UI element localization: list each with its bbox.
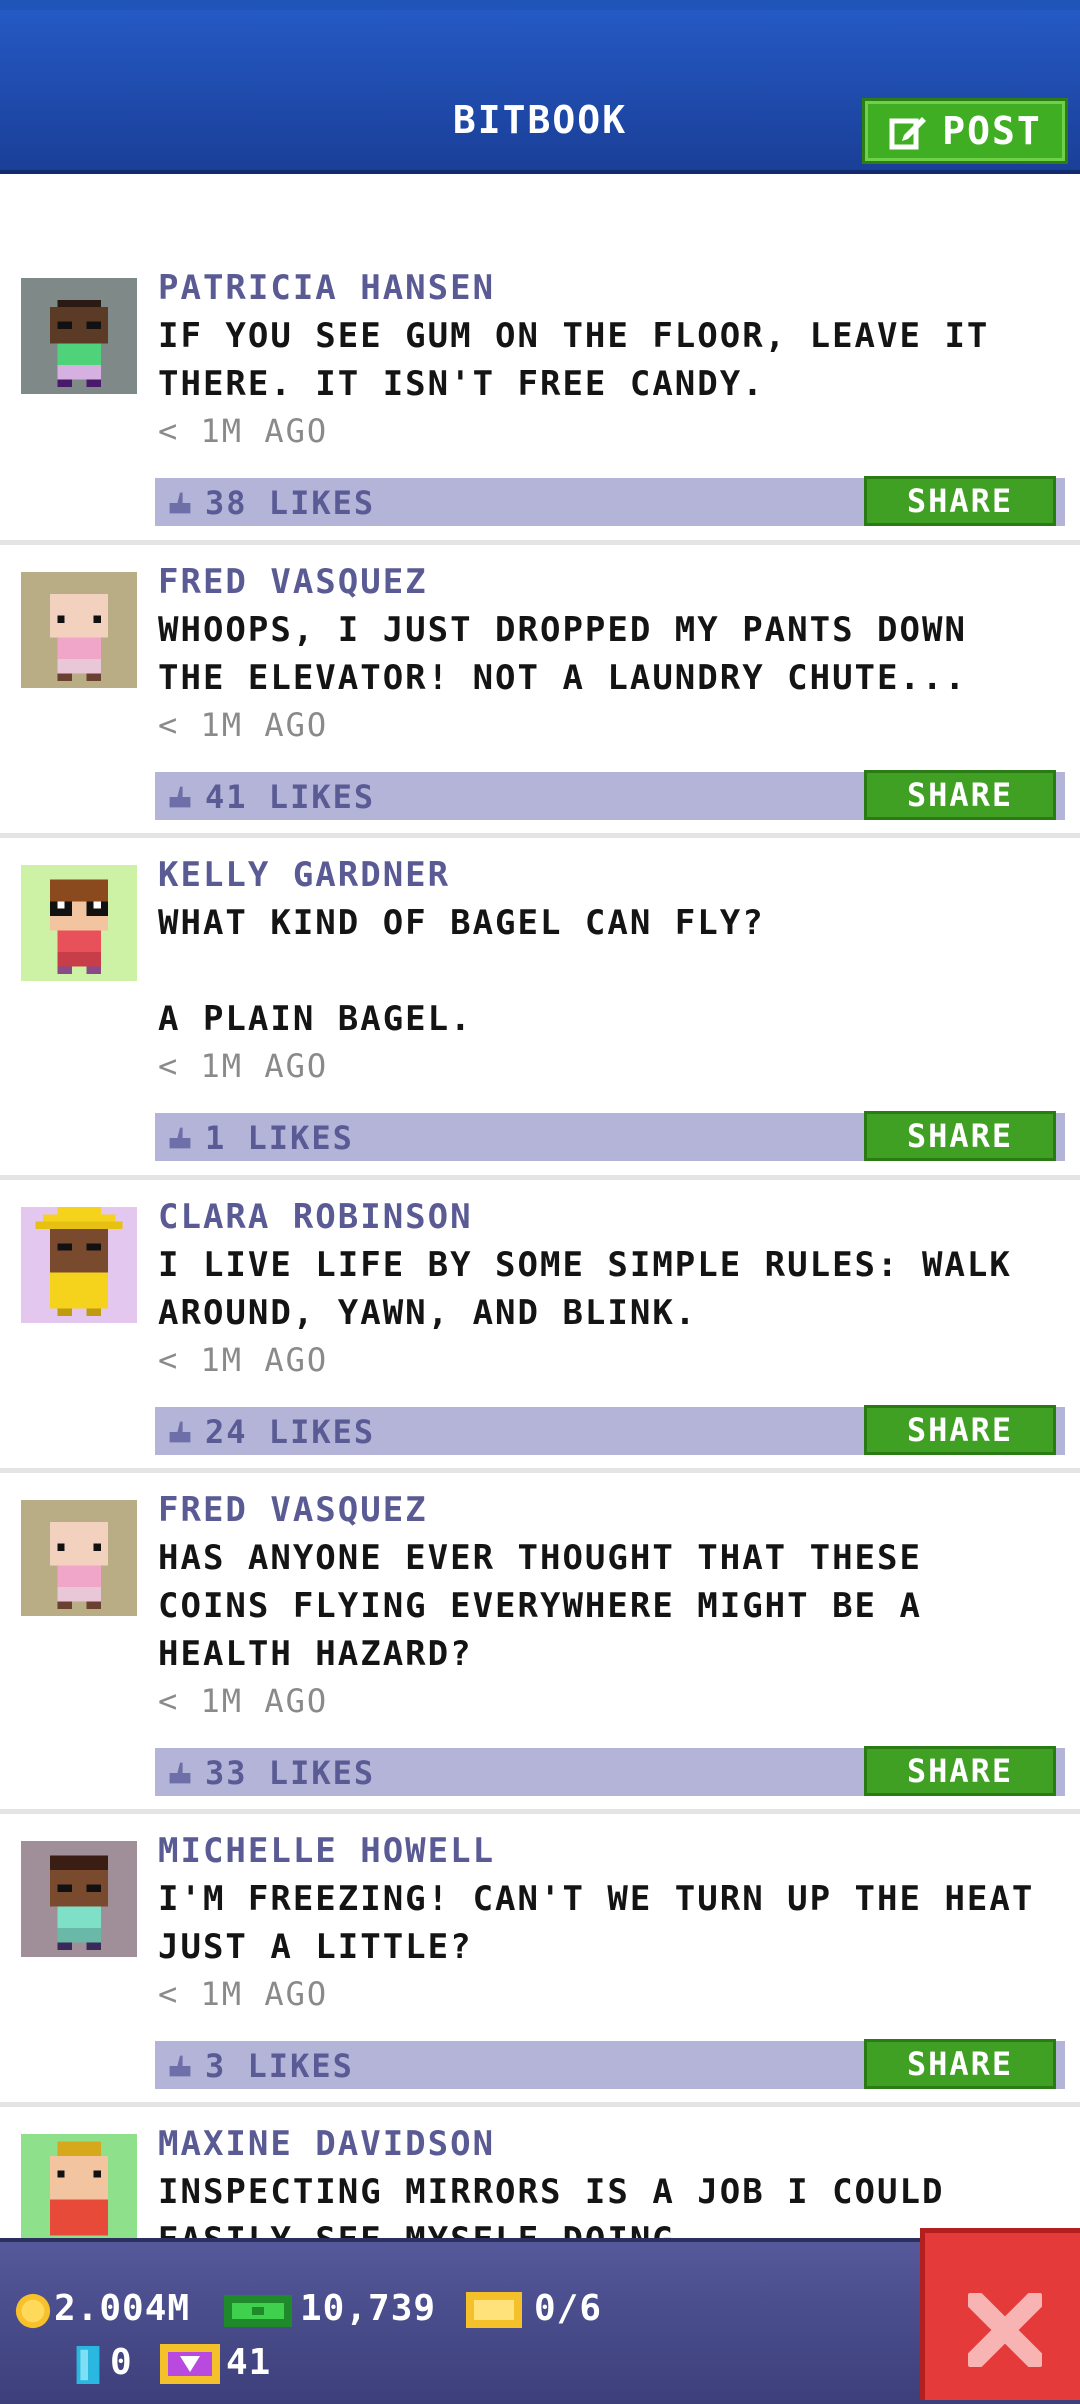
avatar[interactable] xyxy=(21,865,137,981)
likes-count: 1 LIKES xyxy=(205,1119,354,1157)
thumbs-up-icon xyxy=(169,492,191,514)
coins-count: 2.004M xyxy=(54,2288,191,2329)
likes-bar[interactable]: 33 LIKES SHARE xyxy=(155,1746,1065,1796)
likes-count: 24 LIKES xyxy=(205,1413,376,1451)
vip-icon xyxy=(160,2344,220,2384)
post-author[interactable]: FRED VASQUEZ xyxy=(158,562,428,602)
post-time: < 1M AGO xyxy=(158,1047,329,1085)
feed-post: KELLY GARDNER WHAT KIND OF BAGEL CAN FLY… xyxy=(0,838,1080,1180)
thumbs-up-icon xyxy=(169,2055,191,2077)
post-time: < 1M AGO xyxy=(158,412,329,450)
bux-count: 10,739 xyxy=(300,2288,437,2329)
feed-post: FRED VASQUEZ WHOOPS, I JUST DROPPED MY P… xyxy=(0,545,1080,838)
feed-post: FRED VASQUEZ HAS ANYONE EVER THOUGHT THA… xyxy=(0,1473,1080,1814)
share-button[interactable]: SHARE xyxy=(864,1111,1056,1161)
close-button[interactable] xyxy=(920,2228,1080,2400)
post-button-label: POST xyxy=(942,109,1042,153)
share-button[interactable]: SHARE xyxy=(864,1405,1056,1455)
post-time: < 1M AGO xyxy=(158,706,329,744)
avatar[interactable] xyxy=(21,572,137,688)
thumbs-up-icon xyxy=(169,786,191,808)
post-author[interactable]: MICHELLE HOWELL xyxy=(158,1831,495,1871)
post-button[interactable]: POST xyxy=(862,98,1068,164)
feed-post: PATRICIA HANSEN IF YOU SEE GUM ON THE FL… xyxy=(0,170,1080,545)
app-header: BITBOOK POST xyxy=(0,10,1080,174)
thumbs-up-icon xyxy=(169,1127,191,1149)
edit-icon xyxy=(889,117,927,150)
resource-bar: 2.004M 10,739 0/6 0 41 xyxy=(0,2238,1080,2404)
likes-bar[interactable]: 38 LIKES SHARE xyxy=(155,476,1065,526)
post-author[interactable]: CLARA ROBINSON xyxy=(158,1197,473,1237)
post-text: HAS ANYONE EVER THOUGHT THAT THESE COINS… xyxy=(158,1538,922,1674)
feed-post: CLARA ROBINSON I LIVE LIFE BY SOME SIMPL… xyxy=(0,1180,1080,1473)
post-text: WHAT KIND OF BAGEL CAN FLY? A PLAIN BAGE… xyxy=(158,903,765,1039)
post-text: I'M FREEZING! CAN'T WE TURN UP THE HEAT … xyxy=(158,1879,1035,1967)
feed[interactable]: PATRICIA HANSEN IF YOU SEE GUM ON THE FL… xyxy=(0,170,1080,2238)
post-author[interactable]: KELLY GARDNER xyxy=(158,855,450,895)
post-author[interactable]: MAXINE DAVIDSON xyxy=(158,2124,495,2164)
tickets-count: 0/6 xyxy=(534,2288,603,2329)
likes-bar[interactable]: 41 LIKES SHARE xyxy=(155,770,1065,820)
close-icon xyxy=(968,2293,1042,2367)
thumbs-up-icon xyxy=(169,1762,191,1784)
post-text: IF YOU SEE GUM ON THE FLOOR, LEAVE IT TH… xyxy=(158,316,990,404)
avatar[interactable] xyxy=(21,278,137,394)
likes-count: 41 LIKES xyxy=(205,778,376,816)
bux-icon xyxy=(224,2295,292,2327)
status-bar xyxy=(0,0,1080,10)
post-time: < 1M AGO xyxy=(158,1682,329,1720)
feed-post: MICHELLE HOWELL I'M FREEZING! CAN'T WE T… xyxy=(0,1814,1080,2107)
avatar[interactable] xyxy=(21,1207,137,1323)
share-button[interactable]: SHARE xyxy=(864,476,1056,526)
vip-count: 41 xyxy=(226,2342,272,2383)
likes-bar[interactable]: 24 LIKES SHARE xyxy=(155,1405,1065,1455)
likes-count: 33 LIKES xyxy=(205,1754,376,1792)
post-time: < 1M AGO xyxy=(158,1975,329,2013)
avatar[interactable] xyxy=(21,2134,137,2238)
coin-icon xyxy=(15,2293,51,2329)
share-button[interactable]: SHARE xyxy=(864,770,1056,820)
post-author[interactable]: PATRICIA HANSEN xyxy=(158,268,495,308)
likes-bar[interactable]: 3 LIKES SHARE xyxy=(155,2039,1065,2089)
share-button[interactable]: SHARE xyxy=(864,2039,1056,2089)
share-button[interactable]: SHARE xyxy=(864,1746,1056,1796)
likes-count: 3 LIKES xyxy=(205,2047,354,2085)
post-text: WHOOPS, I JUST DROPPED MY PANTS DOWN THE… xyxy=(158,610,967,698)
ticket-icon xyxy=(466,2292,522,2328)
avatar[interactable] xyxy=(21,1500,137,1616)
avatar[interactable] xyxy=(21,1841,137,1957)
likes-bar[interactable]: 1 LIKES SHARE xyxy=(155,1111,1065,1161)
post-author[interactable]: FRED VASQUEZ xyxy=(158,1490,428,1530)
post-time: < 1M AGO xyxy=(158,1341,329,1379)
post-text: I LIVE LIFE BY SOME SIMPLE RULES: WALK A… xyxy=(158,1245,1012,1333)
blue-items-count: 0 xyxy=(110,2342,133,2383)
blue-item-icon xyxy=(76,2346,100,2384)
feed-post: MAXINE DAVIDSON INSPECTING MIRRORS IS A … xyxy=(0,2107,1080,2238)
thumbs-up-icon xyxy=(169,1421,191,1443)
likes-count: 38 LIKES xyxy=(205,484,376,522)
